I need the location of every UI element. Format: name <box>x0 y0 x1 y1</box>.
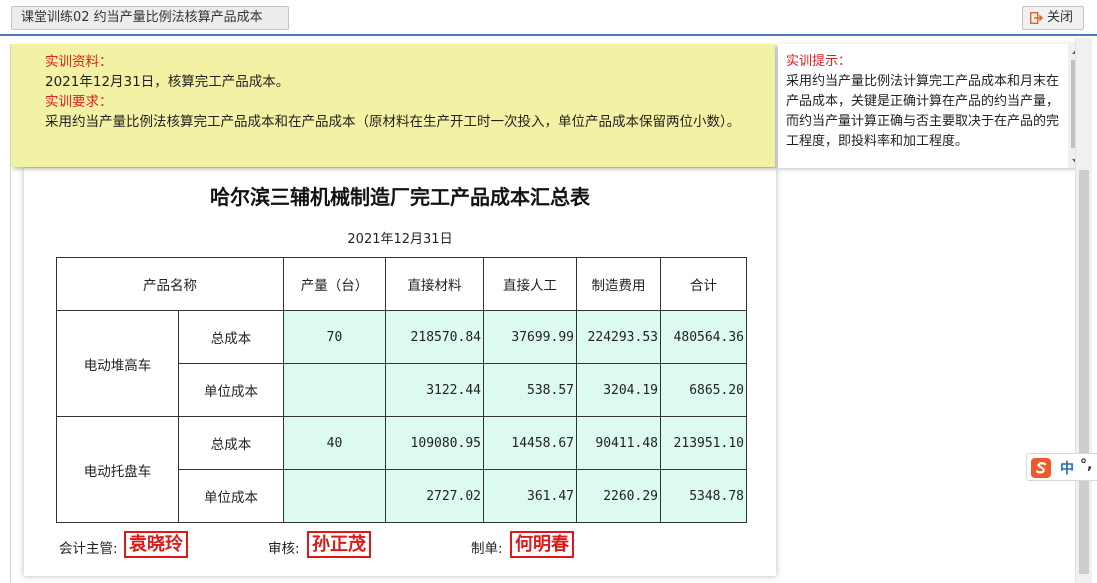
total-input[interactable]: 6865.20 <box>660 363 747 417</box>
column-header: 合计 <box>660 257 747 311</box>
direct-labor-input[interactable]: 37699.99 <box>483 310 577 364</box>
product-name: 电动托盘车 <box>56 416 179 523</box>
column-header: 直接材料 <box>385 257 484 311</box>
signature-row: 会计主管: 袁晓玲 审核: 孙正茂 制单: 何明春 <box>0 529 800 561</box>
hint-text: 采用约当产量比例法计算完工产品成本和月末在产品成本，关键是正确计算在产品的约当产… <box>786 74 1060 149</box>
hint-content: 实训提示： 采用约当产量比例法计算完工产品成本和月末在产品成本，关键是正确计算在… <box>786 52 1068 152</box>
sogou-logo-icon <box>1031 458 1051 478</box>
row-label: 总成本 <box>178 310 284 364</box>
preparer-label: 制单: <box>471 541 503 557</box>
close-button-label: 关闭 <box>1047 10 1074 25</box>
row-label: 单位成本 <box>178 469 284 523</box>
direct-material-input[interactable]: 109080.95 <box>385 416 484 470</box>
material-heading: 实训资料： <box>45 54 113 70</box>
overhead-input[interactable]: 2260.29 <box>576 469 661 523</box>
exit-icon <box>1030 12 1043 24</box>
supervisor-label: 会计主管: <box>59 541 118 557</box>
row-label: 总成本 <box>178 416 284 470</box>
total-input[interactable]: 213951.10 <box>660 416 747 470</box>
supervisor-stamp: 袁晓玲 <box>124 531 188 558</box>
preparer-stamp: 何明春 <box>510 531 574 558</box>
hint-heading: 实训提示： <box>786 54 852 69</box>
product-name: 电动堆高车 <box>56 310 179 417</box>
ime-toolbar[interactable]: 中 °, <box>1026 453 1097 481</box>
reviewer-label: 审核: <box>268 541 300 557</box>
overhead-input[interactable]: 224293.53 <box>576 310 661 364</box>
table-header-row: 产品名称 产量（台） 直接材料 直接人工 制造费用 合计 <box>56 257 747 311</box>
direct-labor-input[interactable]: 361.47 <box>483 469 577 523</box>
top-bar: 课堂训练02 约当产量比例法核算产品成本 关闭 <box>0 0 1097 36</box>
overhead-input[interactable]: 90411.48 <box>576 416 661 470</box>
requirement-text: 采用约当产量比例法核算完工产品成本和在产品成本（原材料在生产开工时一次投入，单位… <box>45 114 741 130</box>
table-row: 电动堆高车 总成本 70 218570.84 37699.99 224293.5… <box>56 310 747 417</box>
report-title: 哈尔滨三辅机械制造厂完工产品成本汇总表 <box>210 185 590 209</box>
column-header: 直接人工 <box>483 257 577 311</box>
work-area: 实训资料： 2021年12月31日，核算完工产品成本。 实训要求： 采用约当产量… <box>0 38 1097 583</box>
table-row: 电动托盘车 总成本 40 109080.95 14458.67 90411.48… <box>56 416 747 523</box>
cost-summary-table: 产品名称 产量（台） 直接材料 直接人工 制造费用 合计 电动堆高车 总成本 7… <box>56 257 747 523</box>
page-title-tab[interactable]: 课堂训练02 约当产量比例法核算产品成本 <box>11 6 289 30</box>
training-hint-panel: 实训提示： 采用约当产量比例法计算完工产品成本和月末在产品成本，关键是正确计算在… <box>778 44 1083 168</box>
material-text: 2021年12月31日，核算完工产品成本。 <box>45 74 290 90</box>
overhead-input[interactable]: 3204.19 <box>576 363 661 417</box>
training-material-panel: 实训资料： 2021年12月31日，核算完工产品成本。 实训要求： 采用约当产量… <box>11 44 775 167</box>
ime-punct-label[interactable]: °, <box>1080 457 1092 473</box>
close-button[interactable]: 关闭 <box>1022 6 1084 30</box>
page-scrollbar[interactable] <box>1075 38 1092 583</box>
total-input[interactable]: 5348.78 <box>660 469 747 523</box>
direct-labor-input[interactable]: 14458.67 <box>483 416 577 470</box>
column-header: 制造费用 <box>576 257 661 311</box>
direct-material-input[interactable]: 2727.02 <box>385 469 484 523</box>
quantity-input[interactable] <box>283 469 386 523</box>
quantity-input[interactable]: 40 <box>283 416 386 470</box>
column-header: 产品名称 <box>56 257 284 311</box>
direct-labor-input[interactable]: 538.57 <box>483 363 577 417</box>
ime-mode-label[interactable]: 中 <box>1060 458 1074 478</box>
reviewer-stamp: 孙正茂 <box>307 531 371 558</box>
quantity-input[interactable] <box>283 363 386 417</box>
direct-material-input[interactable]: 3122.44 <box>385 363 484 417</box>
page-scroll-thumb[interactable] <box>1079 170 1089 574</box>
direct-material-input[interactable]: 218570.84 <box>385 310 484 364</box>
row-label: 单位成本 <box>178 363 284 417</box>
report-date: 2021年12月31日 <box>347 232 453 247</box>
quantity-input[interactable]: 70 <box>283 310 386 364</box>
requirement-heading: 实训要求： <box>45 94 113 110</box>
column-header: 产量（台） <box>283 257 386 311</box>
total-input[interactable]: 480564.36 <box>660 310 747 364</box>
